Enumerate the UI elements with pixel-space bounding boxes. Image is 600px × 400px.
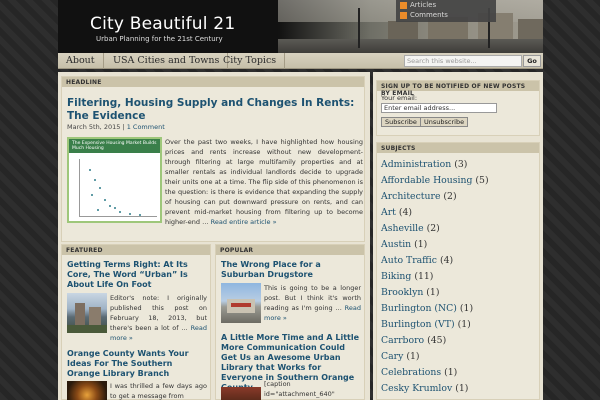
subject-link[interactable]: Austin	[381, 239, 411, 250]
subject-count: (3)	[454, 159, 468, 170]
site-title[interactable]: City Beautiful 21	[90, 14, 235, 34]
subject-item: Architecture (2)	[381, 189, 537, 205]
subject-item: Affordable Housing (5)	[381, 173, 537, 189]
subject-count: (11)	[414, 271, 434, 282]
subject-link[interactable]: Celebrations	[381, 367, 441, 378]
section-header: HEADLINE	[62, 77, 364, 87]
subject-count: (45)	[427, 335, 447, 346]
search-input[interactable]: Search this website...	[404, 55, 522, 67]
post-excerpt-text: Over the past two weeks, I have highligh…	[165, 138, 363, 226]
subject-item: Burlington (NC) (1)	[381, 301, 537, 317]
subject-item: Asheville (2)	[381, 221, 537, 237]
post-title[interactable]: Filtering, Housing Supply and Changes In…	[67, 97, 362, 123]
subject-link[interactable]: Cesky Krumlov	[381, 383, 452, 394]
subject-count: (1)	[426, 287, 440, 298]
subject-count: (1)	[457, 319, 471, 330]
post-date: March 5th, 2015 |	[67, 123, 125, 131]
subject-link[interactable]: Administration	[381, 159, 451, 170]
popular-post-excerpt: This is going to be a longer post. But I…	[264, 283, 361, 323]
subject-link[interactable]: Auto Traffic	[381, 255, 437, 266]
featured-post-title[interactable]: Orange County Wants Your Ideas For The S…	[67, 349, 207, 379]
feed-links: Articles Comments	[396, 0, 496, 22]
subjects-list: Administration (3) Affordable Housing (5…	[381, 157, 537, 397]
subject-count: (1)	[459, 303, 474, 314]
subject-count: (2)	[443, 191, 457, 202]
sidebar: SIGN UP TO BE NOTIFIED OF NEW POSTS BY E…	[373, 72, 543, 400]
subject-link[interactable]: Carrboro	[381, 335, 424, 346]
email-field[interactable]: Enter email address...	[381, 103, 497, 113]
subject-count: (1)	[406, 351, 420, 362]
featured-post-title[interactable]: Getting Terms Right: At Its Core, The Wo…	[67, 260, 207, 290]
search-button[interactable]: Go	[523, 55, 541, 67]
subject-link[interactable]: Architecture	[381, 191, 440, 202]
subject-link[interactable]: Burlington (NC)	[381, 303, 457, 314]
subject-count: (4)	[398, 207, 413, 218]
rss-icon	[400, 1, 407, 9]
subject-count: (2)	[426, 223, 440, 234]
subject-link[interactable]: Burlington (VT)	[381, 319, 455, 330]
featured-post-thumbnail[interactable]	[67, 381, 107, 400]
feed-articles[interactable]: Articles	[400, 1, 436, 9]
featured-post-excerpt: Editor's note: I originally published th…	[110, 293, 207, 343]
feed-comments-label: Comments	[410, 11, 448, 19]
rss-icon	[400, 11, 407, 19]
featured-section: FEATURED Getting Terms Right: At Its Cor…	[61, 244, 211, 400]
nav-item-city-topics[interactable]: City Topics	[215, 53, 286, 69]
section-header: SUBJECTS	[377, 143, 539, 153]
popular-section: POPULAR The Wrong Place for a Suburban D…	[215, 244, 365, 400]
main-nav: About USA Cities and Towns City Topics S…	[58, 53, 543, 69]
subject-link[interactable]: Cary	[381, 351, 403, 362]
main-content: HEADLINE Filtering, Housing Supply and C…	[58, 72, 370, 400]
email-label: Your email:	[381, 94, 418, 102]
subject-item: Cesky Krumlov (1)	[381, 381, 537, 397]
subject-item: Carrboro (45)	[381, 333, 537, 349]
subject-item: Burlington (VT) (1)	[381, 317, 537, 333]
post-meta: March 5th, 2015 | 1 Comment	[67, 123, 165, 131]
post-thumbnail[interactable]: The Expensive Housing Market Builds Much…	[67, 137, 162, 223]
subject-link[interactable]: Art	[381, 207, 396, 218]
read-more-link[interactable]: Read entire article »	[211, 218, 277, 226]
section-header: POPULAR	[216, 245, 364, 255]
signup-widget: SIGN UP TO BE NOTIFIED OF NEW POSTS BY E…	[376, 80, 540, 136]
popular-post-excerpt: [caption id="attachment_640" align="alig…	[264, 380, 335, 398]
subject-item: Brooklyn (1)	[381, 285, 537, 301]
subject-link[interactable]: Affordable Housing	[381, 175, 472, 186]
site-header: City Beautiful 21 Urban Planning for the…	[58, 0, 543, 53]
popular-post-thumbnail[interactable]	[221, 387, 261, 400]
subjects-widget: SUBJECTS Administration (3) Affordable H…	[376, 142, 540, 400]
subject-item: Auto Traffic (4)	[381, 253, 537, 269]
subject-count: (5)	[475, 175, 489, 186]
site-tagline: Urban Planning for the 21st Century	[96, 35, 223, 43]
subscribe-button[interactable]: Subscribe	[381, 117, 421, 127]
subject-item: Celebrations (1)	[381, 365, 537, 381]
subject-item: Austin (1)	[381, 237, 537, 253]
post-excerpt: Over the past two weeks, I have highligh…	[165, 137, 363, 227]
subject-count: (1)	[455, 383, 469, 394]
comments-link[interactable]: 1 Comment	[127, 123, 165, 131]
popular-post-thumbnail[interactable]	[221, 283, 261, 323]
subject-count: (4)	[439, 255, 454, 266]
subject-link[interactable]: Asheville	[381, 223, 424, 234]
section-header: FEATURED	[62, 245, 210, 255]
subject-item: Cary (1)	[381, 349, 537, 365]
subject-item: Art (4)	[381, 205, 537, 221]
subject-link[interactable]: Biking	[381, 271, 411, 282]
nav-item-usa-cities[interactable]: USA Cities and Towns	[105, 53, 229, 69]
unsubscribe-button[interactable]: Unsubscribe	[420, 117, 469, 127]
subject-link[interactable]: Brooklyn	[381, 287, 423, 298]
subject-item: Biking (11)	[381, 269, 537, 285]
subject-count: (1)	[444, 367, 458, 378]
page-wrapper: City Beautiful 21 Urban Planning for the…	[58, 0, 543, 400]
feed-comments[interactable]: Comments	[400, 11, 448, 19]
section-header: SIGN UP TO BE NOTIFIED OF NEW POSTS BY E…	[377, 81, 539, 97]
headline-section: HEADLINE Filtering, Housing Supply and C…	[61, 76, 365, 242]
featured-post-thumbnail[interactable]	[67, 293, 107, 333]
popular-post-title[interactable]: The Wrong Place for a Suburban Drugstore	[221, 260, 361, 280]
thumbnail-title: The Expensive Housing Market Builds Much…	[72, 141, 157, 151]
subject-item: Administration (3)	[381, 157, 537, 173]
feed-articles-label: Articles	[410, 1, 437, 9]
featured-post-excerpt: I was thrilled a few days ago to get a m…	[110, 382, 207, 400]
subject-count: (1)	[414, 239, 428, 250]
nav-item-about[interactable]: About	[58, 53, 104, 69]
